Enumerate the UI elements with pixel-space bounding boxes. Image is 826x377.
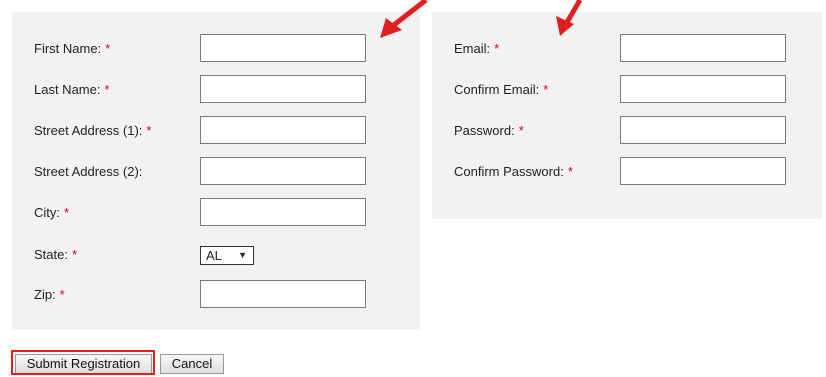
required-asterisk: * [71,247,78,262]
annotation-arrow-right-icon [556,0,583,36]
street-address-2-row: Street Address (2): [12,157,420,187]
required-asterisk: * [567,164,573,179]
zip-label: Zip: * [34,287,65,302]
first-name-row: First Name: * [12,34,420,64]
required-asterisk: * [59,287,65,302]
city-label: City: * [34,205,70,220]
cancel-button[interactable]: Cancel [160,354,224,374]
first-name-input[interactable] [200,34,366,62]
street-address-2-label: Street Address (2): [34,164,143,179]
state-row: State: * AL ▼ [12,244,420,274]
street-address-1-row: Street Address (1): * [12,116,420,146]
first-name-label: First Name: * [34,41,111,56]
confirm-password-input[interactable] [620,157,786,185]
password-label: Password: * [454,123,524,138]
confirm-email-input[interactable] [620,75,786,103]
zip-input[interactable] [200,280,366,308]
email-label: Email: * [454,41,500,56]
state-label: State: * [34,247,78,262]
required-asterisk: * [105,41,111,56]
account-panel: Email: * Confirm Email: * Password: * Confi… [432,12,822,219]
registration-page: First Name: * Last Name: * Street Address … [0,0,826,377]
required-asterisk: * [543,82,549,97]
city-row: City: * [12,198,420,228]
state-select-value: AL [206,248,222,263]
city-input[interactable] [200,198,366,226]
chevron-down-icon: ▼ [238,250,247,260]
last-name-input[interactable] [200,75,366,103]
required-asterisk: * [518,123,524,138]
last-name-row: Last Name: * [12,75,420,105]
annotation-arrow-left-icon [380,0,428,38]
confirm-email-label: Confirm Email: * [454,82,549,97]
confirm-password-row: Confirm Password: * [432,157,822,187]
required-asterisk: * [494,41,500,56]
zip-row: Zip: * [12,280,420,310]
street-address-2-input[interactable] [200,157,366,185]
confirm-password-label: Confirm Password: * [454,164,573,179]
address-panel: First Name: * Last Name: * Street Address … [12,12,420,330]
street-address-1-input[interactable] [200,116,366,144]
state-select[interactable]: AL ▼ [200,246,254,265]
last-name-label: Last Name: * [34,82,110,97]
submit-highlight-box [11,350,155,375]
email-row: Email: * [432,34,822,64]
required-asterisk: * [146,123,152,138]
password-row: Password: * [432,116,822,146]
required-asterisk: * [104,82,110,97]
confirm-email-row: Confirm Email: * [432,75,822,105]
password-input[interactable] [620,116,786,144]
required-asterisk: * [64,205,70,220]
email-input[interactable] [620,34,786,62]
street-address-1-label: Street Address (1): * [34,123,152,138]
